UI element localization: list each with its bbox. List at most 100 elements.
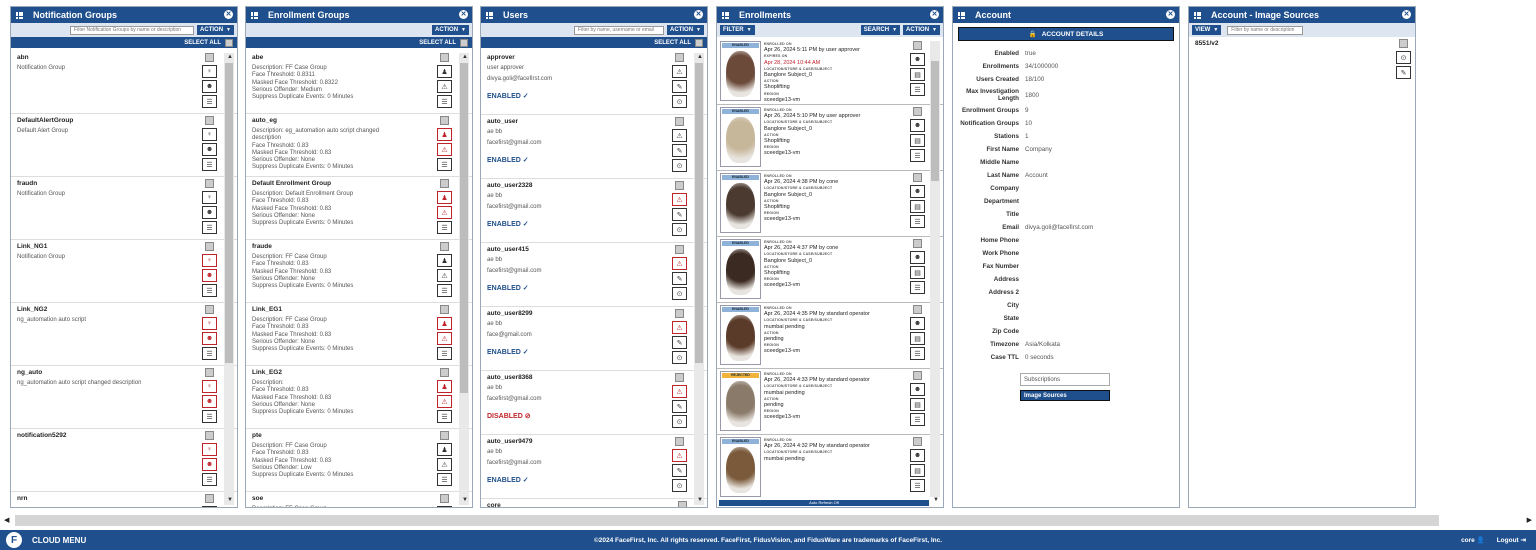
select-checkbox[interactable]: [440, 305, 449, 314]
enrollment-photo[interactable]: ENABLED: [720, 305, 761, 365]
warning-icon[interactable]: ⚠: [437, 269, 452, 282]
scroll-up-icon[interactable]: ▲: [697, 54, 703, 60]
person-icon[interactable]: ♀: [202, 317, 217, 330]
menu-icon[interactable]: ☰: [437, 473, 452, 486]
select-checkbox[interactable]: [675, 245, 684, 254]
select-checkbox[interactable]: [205, 53, 214, 62]
enrollment-photo[interactable]: ENABLED: [720, 173, 761, 233]
enrollment-photo[interactable]: ENABLED: [720, 239, 761, 299]
scrollbar-thumb[interactable]: [931, 61, 939, 181]
select-checkbox[interactable]: [205, 431, 214, 440]
select-checkbox[interactable]: [913, 371, 922, 380]
action-button[interactable]: ACTION ▼: [903, 25, 940, 35]
edit-icon[interactable]: ✎: [672, 400, 687, 413]
edit-icon[interactable]: ✎: [672, 464, 687, 477]
warning-icon[interactable]: ⚠: [437, 206, 452, 219]
menu-icon[interactable]: ☰: [437, 347, 452, 360]
scrollbar-thumb[interactable]: [15, 515, 1439, 526]
account-details-button[interactable]: 🔒 ACCOUNT DETAILS: [958, 27, 1174, 41]
warning-icon[interactable]: ⚠: [672, 385, 687, 398]
list-item[interactable]: auto_user ae bb facefirst@gmail.com ENABLED…: [481, 115, 707, 179]
user-menu[interactable]: core 👤: [1461, 536, 1485, 544]
users-icon[interactable]: ☻: [202, 395, 217, 408]
select-checkbox[interactable]: [440, 242, 449, 251]
select-checkbox[interactable]: [205, 179, 214, 188]
menu-icon[interactable]: ☰: [910, 281, 925, 294]
grid-icon[interactable]: [1194, 11, 1201, 19]
menu-icon[interactable]: ☰: [202, 158, 217, 171]
enrollment-card[interactable]: REJECTED ENROLLED ON Apr 26, 2024 4:33 PM …: [717, 369, 943, 435]
select-checkbox[interactable]: [1399, 39, 1408, 48]
warning-icon[interactable]: ⚠: [672, 129, 687, 142]
list-item[interactable]: pte Description: FF Case Group Face Thresh…: [246, 429, 472, 492]
warning-icon[interactable]: ⚠: [672, 193, 687, 206]
list-item[interactable]: auto_user9479 ae bb facefirst@gmail.com ENA…: [481, 435, 707, 499]
menu-icon[interactable]: ☰: [202, 347, 217, 360]
list-item[interactable]: auto_user8368 ae bb facefirst@gmail.com DIS…: [481, 371, 707, 435]
clock-icon[interactable]: ⊙: [672, 287, 687, 300]
people-icon[interactable]: ☻: [910, 185, 925, 198]
edit-icon[interactable]: ✎: [672, 80, 687, 93]
menu-icon[interactable]: ☰: [202, 473, 217, 486]
scroll-up-icon[interactable]: ▲: [462, 54, 468, 60]
select-checkbox[interactable]: [913, 173, 922, 182]
edit-icon[interactable]: ✎: [672, 272, 687, 285]
menu-icon[interactable]: ☰: [910, 149, 925, 162]
menu-icon[interactable]: ☰: [910, 215, 925, 228]
scroll-down-icon[interactable]: ▼: [227, 497, 233, 503]
select-checkbox[interactable]: [205, 116, 214, 125]
warning-icon[interactable]: ⚠: [437, 332, 452, 345]
users-icon[interactable]: ☻: [202, 143, 217, 156]
list-item[interactable]: auto_eg Description: eg_automation auto s…: [246, 114, 472, 177]
scrollbar[interactable]: [224, 53, 234, 505]
scroll-down-icon[interactable]: ▼: [697, 497, 703, 503]
select-checkbox[interactable]: [440, 116, 449, 125]
document-icon[interactable]: ▤: [910, 464, 925, 477]
list-item[interactable]: ng_auto ng_automation auto script changed…: [11, 366, 237, 429]
scroll-down-icon[interactable]: ▼: [462, 497, 468, 503]
select-checkbox[interactable]: [913, 437, 922, 446]
select-checkbox[interactable]: [440, 179, 449, 188]
people-icon[interactable]: ☻: [910, 449, 925, 462]
scrollbar[interactable]: [459, 53, 469, 505]
enrollment-card[interactable]: ENABLED ENROLLED ON Apr 26, 2024 4:35 PM b…: [717, 303, 943, 369]
warning-icon[interactable]: ⚠: [672, 321, 687, 334]
grid-icon[interactable]: [486, 11, 493, 19]
enrollment-card[interactable]: ENABLED ENROLLED ON Apr 26, 2024 5:10 PM b…: [717, 105, 943, 171]
menu-icon[interactable]: ☰: [202, 95, 217, 108]
edit-icon[interactable]: ✎: [1396, 66, 1411, 79]
users-icon[interactable]: ☻: [202, 206, 217, 219]
grid-icon[interactable]: [722, 11, 729, 19]
close-icon[interactable]: ✕: [459, 10, 468, 19]
document-icon[interactable]: ▤: [910, 200, 925, 213]
scrollbar-thumb[interactable]: [460, 63, 468, 393]
select-checkbox[interactable]: [913, 107, 922, 116]
enrollment-photo[interactable]: ENABLED: [720, 41, 761, 101]
horizontal-scrollbar[interactable]: ◀ ▶: [0, 513, 1536, 529]
select-checkbox[interactable]: [205, 242, 214, 251]
person-icon[interactable]: ♟: [437, 380, 452, 393]
person-icon[interactable]: ♟: [437, 506, 452, 507]
select-checkbox[interactable]: [913, 239, 922, 248]
select-all-checkbox[interactable]: [460, 38, 468, 47]
person-icon[interactable]: ♀: [202, 254, 217, 267]
select-checkbox[interactable]: [675, 53, 684, 62]
action-button[interactable]: ACTION ▼: [432, 25, 469, 35]
menu-icon[interactable]: ☰: [910, 479, 925, 492]
close-icon[interactable]: ✕: [1166, 10, 1175, 19]
warning-icon[interactable]: ⚠: [672, 257, 687, 270]
person-icon[interactable]: ♟: [437, 443, 452, 456]
search-input[interactable]: Filter Notification Groups by name or de…: [70, 25, 195, 35]
list-item[interactable]: auto_user8299 ae bb face@gmail.com ENABLED …: [481, 307, 707, 371]
clock-icon[interactable]: ⊙: [672, 159, 687, 172]
select-checkbox[interactable]: [675, 181, 684, 190]
scrollbar[interactable]: [694, 53, 704, 505]
list-item[interactable]: Link_EG1 Description: FF Case Group Face T…: [246, 303, 472, 366]
grid-icon[interactable]: [16, 11, 23, 19]
search-input[interactable]: Filter by name or description: [1227, 25, 1304, 35]
list-item[interactable]: fraude Description: FF Case Group Face Thr…: [246, 240, 472, 303]
document-icon[interactable]: ▤: [910, 332, 925, 345]
people-icon[interactable]: ☻: [910, 317, 925, 330]
select-checkbox[interactable]: [440, 368, 449, 377]
person-icon[interactable]: ♀: [202, 506, 217, 507]
